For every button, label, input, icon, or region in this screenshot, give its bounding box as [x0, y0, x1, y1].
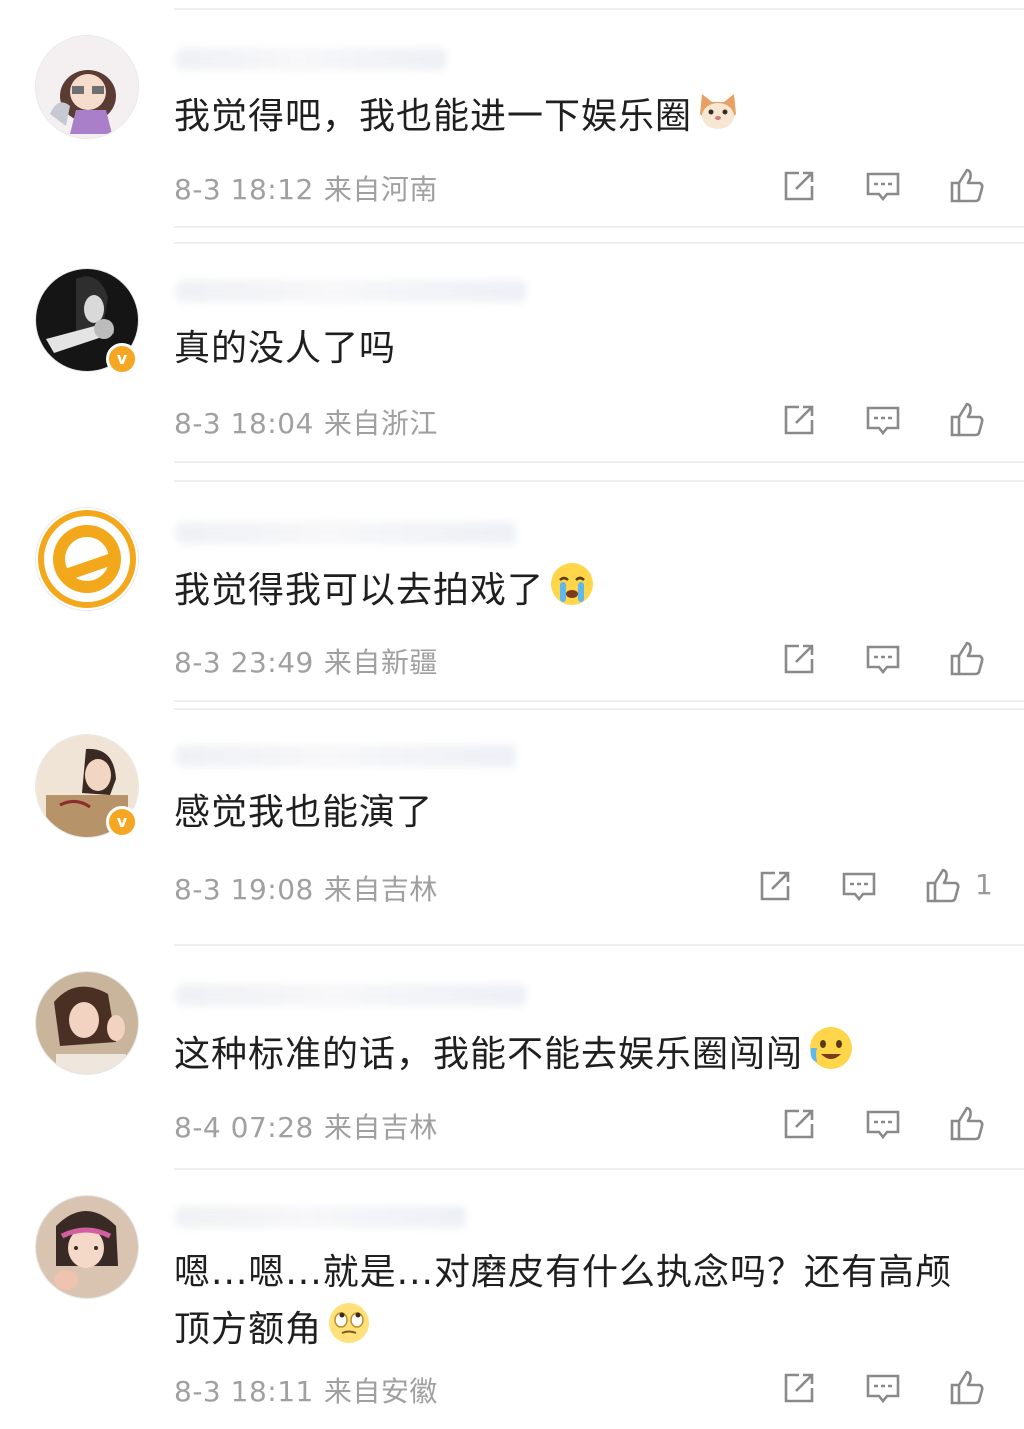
comment-text: 我觉得我可以去拍戏了	[174, 560, 988, 624]
comment-meta: 8-3 23:49 来自新疆	[174, 641, 438, 681]
share-icon[interactable]	[779, 639, 819, 679]
comment-date: 8-3 19:08	[174, 873, 314, 906]
username-blurred[interactable]	[176, 745, 516, 767]
username-blurred[interactable]	[176, 1206, 466, 1228]
comment-meta: 8-3 18:12 来自河南	[174, 168, 438, 208]
divider	[174, 700, 1024, 702]
comment-icon[interactable]	[839, 866, 879, 906]
crying-face-emoji	[548, 560, 596, 624]
comment-icon[interactable]	[863, 166, 903, 206]
thumbs-up-icon[interactable]	[947, 400, 987, 440]
cat-face-emoji	[696, 88, 740, 148]
comment-location: 来自安徽	[323, 1375, 438, 1408]
comment-meta: 8-3 18:11 来自安徽	[174, 1370, 438, 1410]
share-icon[interactable]	[755, 866, 795, 906]
share-icon[interactable]	[779, 166, 819, 206]
comment-date: 8-3 18:11	[174, 1375, 314, 1408]
divider	[174, 708, 1024, 710]
comment-location: 来自河南	[323, 173, 438, 206]
divider	[174, 226, 1024, 228]
comment-text: 真的没人了吗	[174, 328, 397, 369]
comment-meta: 8-4 07:28 来自吉林	[174, 1106, 438, 1146]
divider	[174, 242, 1024, 244]
comment-date: 8-3 23:49	[174, 646, 314, 679]
share-icon[interactable]	[779, 400, 819, 440]
comment-meta: 8-3 18:04 来自浙江	[174, 402, 438, 442]
verified-badge-icon: v	[106, 806, 138, 838]
comment-icon[interactable]	[863, 639, 903, 679]
thumbs-up-icon[interactable]	[947, 1368, 987, 1408]
comment-location: 来自吉林	[323, 1111, 438, 1144]
thumbs-up-icon[interactable]	[947, 1104, 987, 1144]
comment-text: 感觉我也能演了	[174, 792, 434, 833]
verified-badge-icon: v	[106, 343, 138, 375]
thumbs-up-icon[interactable]	[923, 866, 963, 906]
comment-location: 来自吉林	[323, 873, 438, 906]
username-blurred[interactable]	[176, 48, 446, 70]
thumbs-up-icon[interactable]	[947, 166, 987, 206]
avatar[interactable]	[36, 508, 138, 610]
divider	[174, 480, 1024, 482]
like-count: 1	[975, 868, 993, 901]
thumbs-up-icon[interactable]	[947, 639, 987, 679]
avatar[interactable]	[36, 36, 138, 138]
tearful-smile-emoji	[807, 1024, 855, 1088]
divider	[174, 944, 1024, 946]
comment-date: 8-4 07:28	[174, 1111, 314, 1144]
username-blurred[interactable]	[176, 522, 516, 544]
share-icon[interactable]	[779, 1104, 819, 1144]
username-blurred[interactable]	[176, 280, 526, 302]
comment-date: 8-3 18:12	[174, 173, 314, 206]
avatar[interactable]	[36, 1196, 138, 1298]
comment-location: 来自新疆	[323, 646, 438, 679]
comment-text: 这种标准的话，我能不能去娱乐圈闯闯	[174, 1024, 988, 1088]
avatar[interactable]	[36, 972, 138, 1074]
top-divider	[174, 8, 1024, 10]
comment-icon[interactable]	[863, 1368, 903, 1408]
eye-roll-emoji	[326, 1300, 372, 1362]
comment-date: 8-3 18:04	[174, 407, 314, 440]
comment-meta: 8-3 19:08 来自吉林	[174, 868, 438, 908]
comment-location: 来自浙江	[323, 407, 438, 440]
share-icon[interactable]	[779, 1368, 819, 1408]
comment-text: 我觉得吧，我也能进一下娱乐圈	[174, 88, 988, 148]
divider	[174, 461, 1024, 463]
comment-icon[interactable]	[863, 1104, 903, 1144]
divider	[174, 1168, 1024, 1170]
comment-icon[interactable]	[863, 400, 903, 440]
comment-text: 嗯...嗯...就是...对磨皮有什么执念吗？还有高颅顶方额角	[174, 1246, 988, 1362]
username-blurred[interactable]	[176, 984, 526, 1006]
